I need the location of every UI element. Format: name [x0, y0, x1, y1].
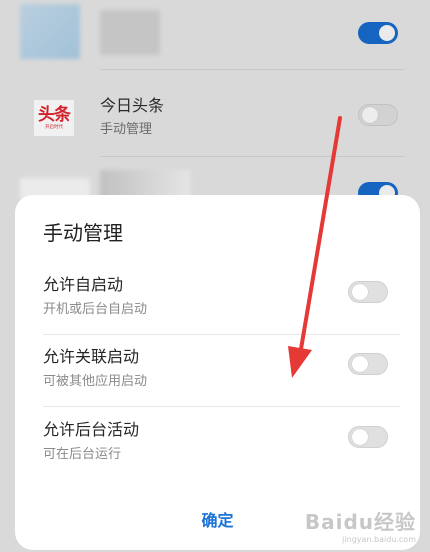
- toggle-knob: [362, 107, 378, 123]
- option-background-activity[interactable]: 允许后台活动 可在后台运行: [15, 408, 420, 480]
- toggle-knob: [379, 25, 395, 41]
- option-label: 允许自启动: [43, 275, 124, 294]
- list-row-blurred-bottom[interactable]: [0, 160, 430, 204]
- app-name: 今日头条: [100, 96, 165, 115]
- background-activity-toggle[interactable]: [348, 426, 388, 448]
- toggle-knob: [352, 429, 368, 445]
- toggle-switch-toutiao[interactable]: [358, 104, 398, 126]
- option-description: 可在后台运行: [43, 447, 122, 462]
- toggle-knob: [352, 356, 368, 372]
- manual-management-dialog: 手动管理 允许自启动 开机或后台自启动 允许关联启动 可被其他应用启动 允许后台…: [15, 195, 420, 550]
- dialog-title: 手动管理: [43, 221, 123, 245]
- list-row-blurred-top[interactable]: [0, 0, 430, 70]
- option-auto-start[interactable]: 允许自启动 开机或后台自启动: [15, 263, 420, 335]
- app-icon-text: 头条: [38, 105, 71, 125]
- blurred-app-name: [100, 10, 160, 55]
- divider: [100, 156, 405, 157]
- toutiao-app-icon: 头条 开启时代: [34, 100, 74, 136]
- auto-start-toggle[interactable]: [348, 281, 388, 303]
- blurred-app-icon: [20, 4, 80, 59]
- option-label: 允许后台活动: [43, 420, 140, 439]
- toggle-switch[interactable]: [358, 22, 398, 44]
- option-associated-start[interactable]: 允许关联启动 可被其他应用启动: [15, 335, 420, 407]
- toggle-knob: [352, 284, 368, 300]
- baidu-watermark: Baidu经验 jingyan.baidu.com: [305, 506, 416, 544]
- app-icon-subtext: 开启时代: [44, 124, 63, 130]
- watermark-brand: Baidu经验: [304, 510, 416, 534]
- app-status: 手动管理: [100, 122, 153, 137]
- option-description: 开机或后台自启动: [43, 302, 148, 317]
- watermark-url: jingyan.baidu.com: [342, 535, 416, 544]
- option-label: 允许关联启动: [43, 347, 140, 366]
- divider: [43, 406, 400, 407]
- associated-start-toggle[interactable]: [348, 353, 388, 375]
- option-description: 可被其他应用启动: [43, 374, 148, 389]
- divider: [100, 69, 405, 70]
